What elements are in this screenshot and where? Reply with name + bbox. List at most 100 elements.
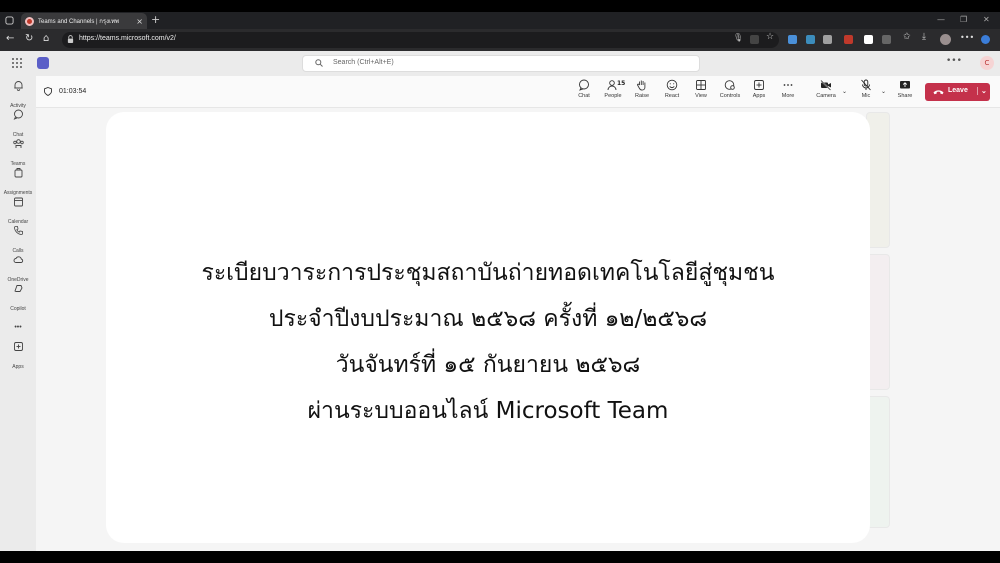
rail-more-label: ••• (14, 324, 22, 331)
copilot-icon (13, 285, 22, 292)
maximize-icon[interactable]: ❐ (960, 15, 967, 24)
mic-off-icon (861, 79, 871, 91)
teams-favicon-icon (25, 16, 34, 26)
search-placeholder: Search (Ctrl+Alt+E) (333, 59, 394, 66)
cloud-icon (13, 256, 23, 263)
rail-item-assignments[interactable]: Assignments (0, 165, 36, 196)
people-button[interactable]: 15 People (599, 79, 627, 99)
people-count: 15 (617, 80, 626, 87)
raise-hand-icon (637, 80, 646, 91)
share-button[interactable]: Share (891, 79, 919, 99)
rail-item-onedrive[interactable]: OneDrive (0, 252, 36, 283)
apps-button[interactable]: Apps (745, 79, 773, 99)
raise-hand-button[interactable]: Raise (628, 79, 656, 99)
home-icon[interactable]: ⌂ (43, 33, 49, 44)
avatar[interactable]: C (980, 56, 994, 70)
mic-button[interactable]: Mic (852, 79, 880, 99)
rail-item-calls[interactable]: Calls (0, 223, 36, 254)
split-screen-icon[interactable] (750, 35, 759, 44)
settings-more-icon[interactable]: ••• (946, 56, 962, 66)
extension-download-icon[interactable] (788, 35, 797, 44)
grid-view-icon (696, 80, 706, 90)
rail-label-copilot: Copilot (10, 306, 26, 312)
meeting-stage: ระเบียบวาระการประชุมสถาบันถ่ายทอดเทคโนโล… (36, 108, 1000, 551)
copilot-browser-icon[interactable] (981, 35, 990, 44)
add-apps-icon (13, 342, 23, 351)
extension-tile-icon[interactable] (823, 35, 832, 44)
favorite-star-icon[interactable]: ☆ (766, 32, 775, 42)
leave-label: Leave (948, 87, 968, 94)
extension-w-icon[interactable] (806, 35, 815, 44)
minimize-icon[interactable]: — (937, 15, 945, 24)
teams-icon (12, 139, 24, 148)
phone-icon (13, 226, 23, 235)
extensions-puzzle-icon[interactable] (882, 35, 891, 44)
app-launcher-icon[interactable] (12, 58, 22, 68)
refresh-icon[interactable]: ↻ (25, 33, 33, 44)
tab-title: Teams and Channels | กรุงเทพ (38, 19, 120, 25)
more-actions-button[interactable]: More (774, 79, 802, 99)
rail-item-chat[interactable]: Chat (0, 107, 36, 138)
profile-avatar-icon[interactable] (940, 34, 951, 45)
rail-item-calendar[interactable]: Calendar (0, 194, 36, 225)
hang-up-icon (933, 90, 944, 95)
workspaces-icon[interactable] (5, 16, 14, 25)
back-icon[interactable]: ← (6, 33, 14, 44)
browser-tab-strip: Teams and Channels | กรุงเทพ × + — ❐ ✕ (0, 12, 1000, 29)
teams-logo-icon (37, 57, 49, 69)
calendar-icon (13, 197, 23, 207)
rail-label-apps: Apps (12, 364, 24, 370)
search-input[interactable]: Search (Ctrl+Alt+E) (302, 55, 700, 72)
downloads-icon[interactable]: ⤓ (922, 32, 931, 42)
shared-presentation: ระเบียบวาระการประชุมสถาบันถ่ายทอดเทคโนโล… (106, 112, 870, 543)
rail-item-copilot[interactable]: Copilot (0, 281, 36, 312)
camera-label: Camera (816, 93, 836, 99)
meeting-toolbar: 01:03:54 Chat 15 People Raise React View… (36, 76, 1000, 108)
extension-red-icon[interactable] (844, 35, 853, 44)
leave-options-icon[interactable]: ⌄ (977, 87, 987, 95)
react-label: React (664, 93, 680, 99)
controls-button[interactable]: Controls (716, 79, 744, 99)
slide-title-line: ระเบียบวาระการประชุมสถาบันถ่ายทอดเทคโนโล… (201, 260, 775, 286)
close-window-icon[interactable]: ✕ (983, 15, 990, 24)
tab-close-icon[interactable]: × (136, 17, 143, 26)
people-label: People (604, 93, 622, 99)
slide-fiscal-year-line: ประจำปีงบประมาณ ๒๕๖๘ ครั้งที่ ๑๒/๒๕๖๘ (268, 306, 708, 332)
shield-icon (44, 87, 52, 96)
rail-item-teams[interactable]: Teams (0, 136, 36, 167)
slide-platform-line: ผ่านระบบออนไลน์ Microsoft Team (307, 398, 669, 424)
camera-off-icon (820, 80, 831, 91)
browser-tab[interactable]: Teams and Channels | กรุงเทพ × (21, 13, 147, 29)
chat-label: Chat (578, 93, 590, 99)
new-tab-icon[interactable]: + (151, 13, 160, 26)
chat-icon (579, 79, 589, 91)
slide-date-line: วันจันทร์ที่ ๑๕ กันยายน ๒๕๖๘ (335, 352, 641, 378)
more-label: More (781, 93, 795, 99)
rail-item-apps[interactable]: Apps (0, 339, 36, 370)
extension-white-icon[interactable] (864, 35, 873, 44)
favorites-icon[interactable]: ✩ (903, 32, 912, 42)
assignments-icon (14, 168, 22, 178)
camera-button[interactable]: Camera (812, 79, 840, 99)
browser-menu-icon[interactable]: ••• (960, 33, 974, 42)
lock-icon (67, 35, 74, 43)
url-field[interactable]: https://teams.microsoft.com/v2/ (62, 32, 779, 48)
rail-more-button[interactable]: ••• (0, 314, 36, 331)
view-button[interactable]: View (687, 79, 715, 99)
mic-options-icon[interactable]: ⌄ (881, 88, 886, 95)
raise-label: Raise (634, 93, 650, 99)
leave-button[interactable]: Leave ⌄ (925, 83, 990, 101)
chat-icon (13, 109, 23, 120)
share-label: Share (897, 93, 913, 99)
browser-window: Teams and Channels | กรุงเทพ × + — ❐ ✕ ←… (0, 12, 1000, 551)
react-button[interactable]: React (658, 79, 686, 99)
meeting-timer: 01:03:54 (59, 88, 87, 95)
chat-button[interactable]: Chat (570, 79, 598, 99)
controls-icon (724, 80, 735, 90)
camera-options-icon[interactable]: ⌄ (842, 88, 847, 95)
view-label: View (695, 93, 707, 99)
address-bar-row: ← ↻ ⌂ https://teams.microsoft.com/v2/ 🎙 … (0, 29, 1000, 51)
mic-access-icon[interactable]: 🎙 (733, 33, 743, 42)
apps-label: Apps (752, 93, 766, 99)
rail-item-activity[interactable]: Activity (0, 78, 36, 109)
